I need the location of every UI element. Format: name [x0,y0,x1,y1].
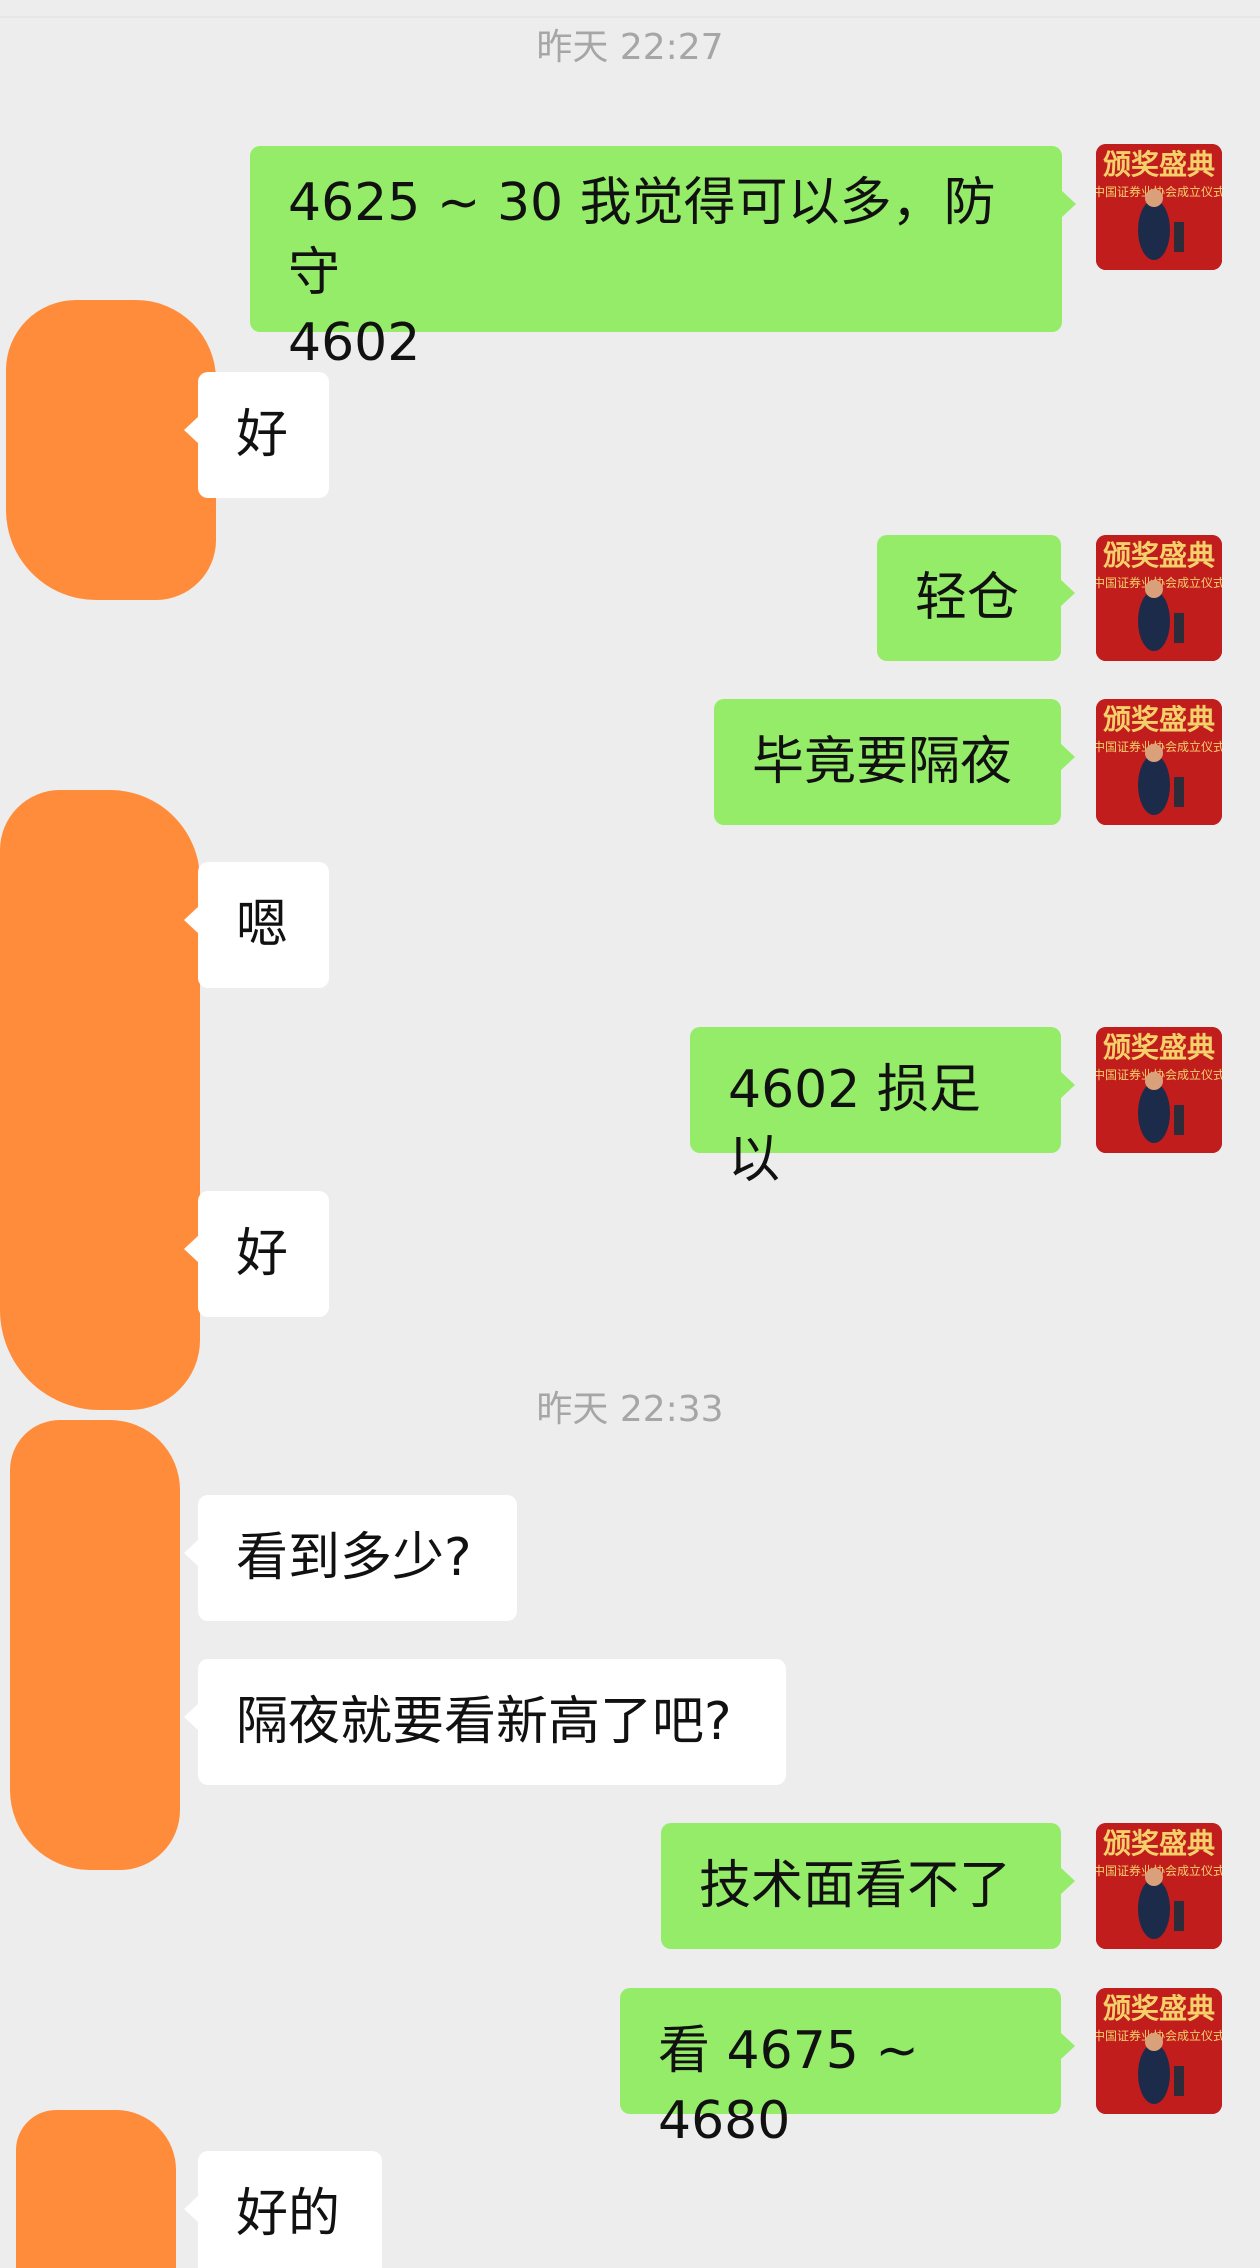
avatar-redacted [0,790,200,1410]
avatar-redacted [10,1420,180,1870]
message-text: 好的 [236,2184,341,2244]
message-bubble-sent[interactable]: 4625 ~ 30 我觉得可以多，防守 4602 [250,146,1076,373]
message-text: 轻仓 [915,568,1020,628]
message-text: 技术面看不了 [699,1856,1012,1916]
avatar-image: 颁奖盛典 中国证券业协会成立仪式 [1096,1988,1222,2114]
avatar-self[interactable]: 颁奖盛典 中国证券业协会成立仪式 [1096,699,1222,825]
message-text: 看 4675 ~ 4680 [658,2021,936,2151]
avatar-self[interactable]: 颁奖盛典 中国证券业协会成立仪式 [1096,535,1222,661]
message-bubble-sent[interactable]: 看 4675 ~ 4680 [620,1988,1075,2151]
message-bubble-sent[interactable]: 技术面看不了 [661,1823,1075,1949]
message-text: 毕竟要隔夜 [752,732,1013,792]
message-bubble-sent[interactable]: 4602 损足以 [690,1027,1075,1190]
message-text: 隔夜就要看新高了吧? [236,1692,732,1752]
message-bubble-received[interactable]: 好 [184,372,329,498]
svg-text:颁奖盛典: 颁奖盛典 [1103,148,1215,181]
message-bubble-received[interactable]: 看到多少? [184,1495,517,1621]
avatar-image: 颁奖盛典 中国证券业协会成立仪式 [1096,699,1222,825]
avatar-redacted [16,2110,176,2268]
message-bubble-received[interactable]: 好 [184,1191,329,1317]
message-text: 好 [236,405,289,465]
message-bubble-sent[interactable]: 轻仓 [877,535,1075,661]
svg-text:颁奖盛典: 颁奖盛典 [1103,1031,1215,1064]
message-text: 4602 损足以 [728,1060,981,1190]
top-divider [0,0,1260,18]
avatar-image: 颁奖盛典 中国证券业协会成立仪式 [1096,144,1222,270]
avatar-self[interactable]: 颁奖盛典 中国证券业协会成立仪式 [1096,1823,1222,1949]
timestamp: 昨天 22:33 [536,1389,724,1430]
message-bubble-received[interactable]: 隔夜就要看新高了吧? [184,1659,786,1785]
message-text: 看到多少? [236,1528,472,1588]
svg-text:颁奖盛典: 颁奖盛典 [1103,1992,1215,2025]
svg-text:颁奖盛典: 颁奖盛典 [1103,1827,1215,1860]
message-text: 好 [236,1224,289,1284]
message-bubble-received[interactable]: 嗯 [184,862,329,988]
message-bubble-received[interactable]: 好的 [184,2151,382,2268]
avatar-image: 颁奖盛典 中国证券业协会成立仪式 [1096,1027,1222,1153]
message-bubble-sent[interactable]: 毕竟要隔夜 [714,699,1075,825]
avatar-redacted [6,300,216,600]
chat-window[interactable]: 昨天 22:27 4625 ~ 30 我觉得可以多，防守 4602 颁奖盛典 中… [0,0,1260,2268]
message-text: 4625 ~ 30 我觉得可以多，防守 4602 [288,173,996,373]
avatar-image: 颁奖盛典 中国证券业协会成立仪式 [1096,1823,1222,1949]
avatar-image: 颁奖盛典 中国证券业协会成立仪式 [1096,535,1222,661]
avatar-self[interactable]: 颁奖盛典 中国证券业协会成立仪式 [1096,144,1222,270]
avatar-self[interactable]: 颁奖盛典 中国证券业协会成立仪式 [1096,1988,1222,2114]
message-text: 嗯 [236,895,289,955]
avatar-self[interactable]: 颁奖盛典 中国证券业协会成立仪式 [1096,1027,1222,1153]
svg-text:颁奖盛典: 颁奖盛典 [1103,703,1215,736]
timestamp: 昨天 22:27 [536,27,724,68]
svg-text:颁奖盛典: 颁奖盛典 [1103,539,1215,572]
